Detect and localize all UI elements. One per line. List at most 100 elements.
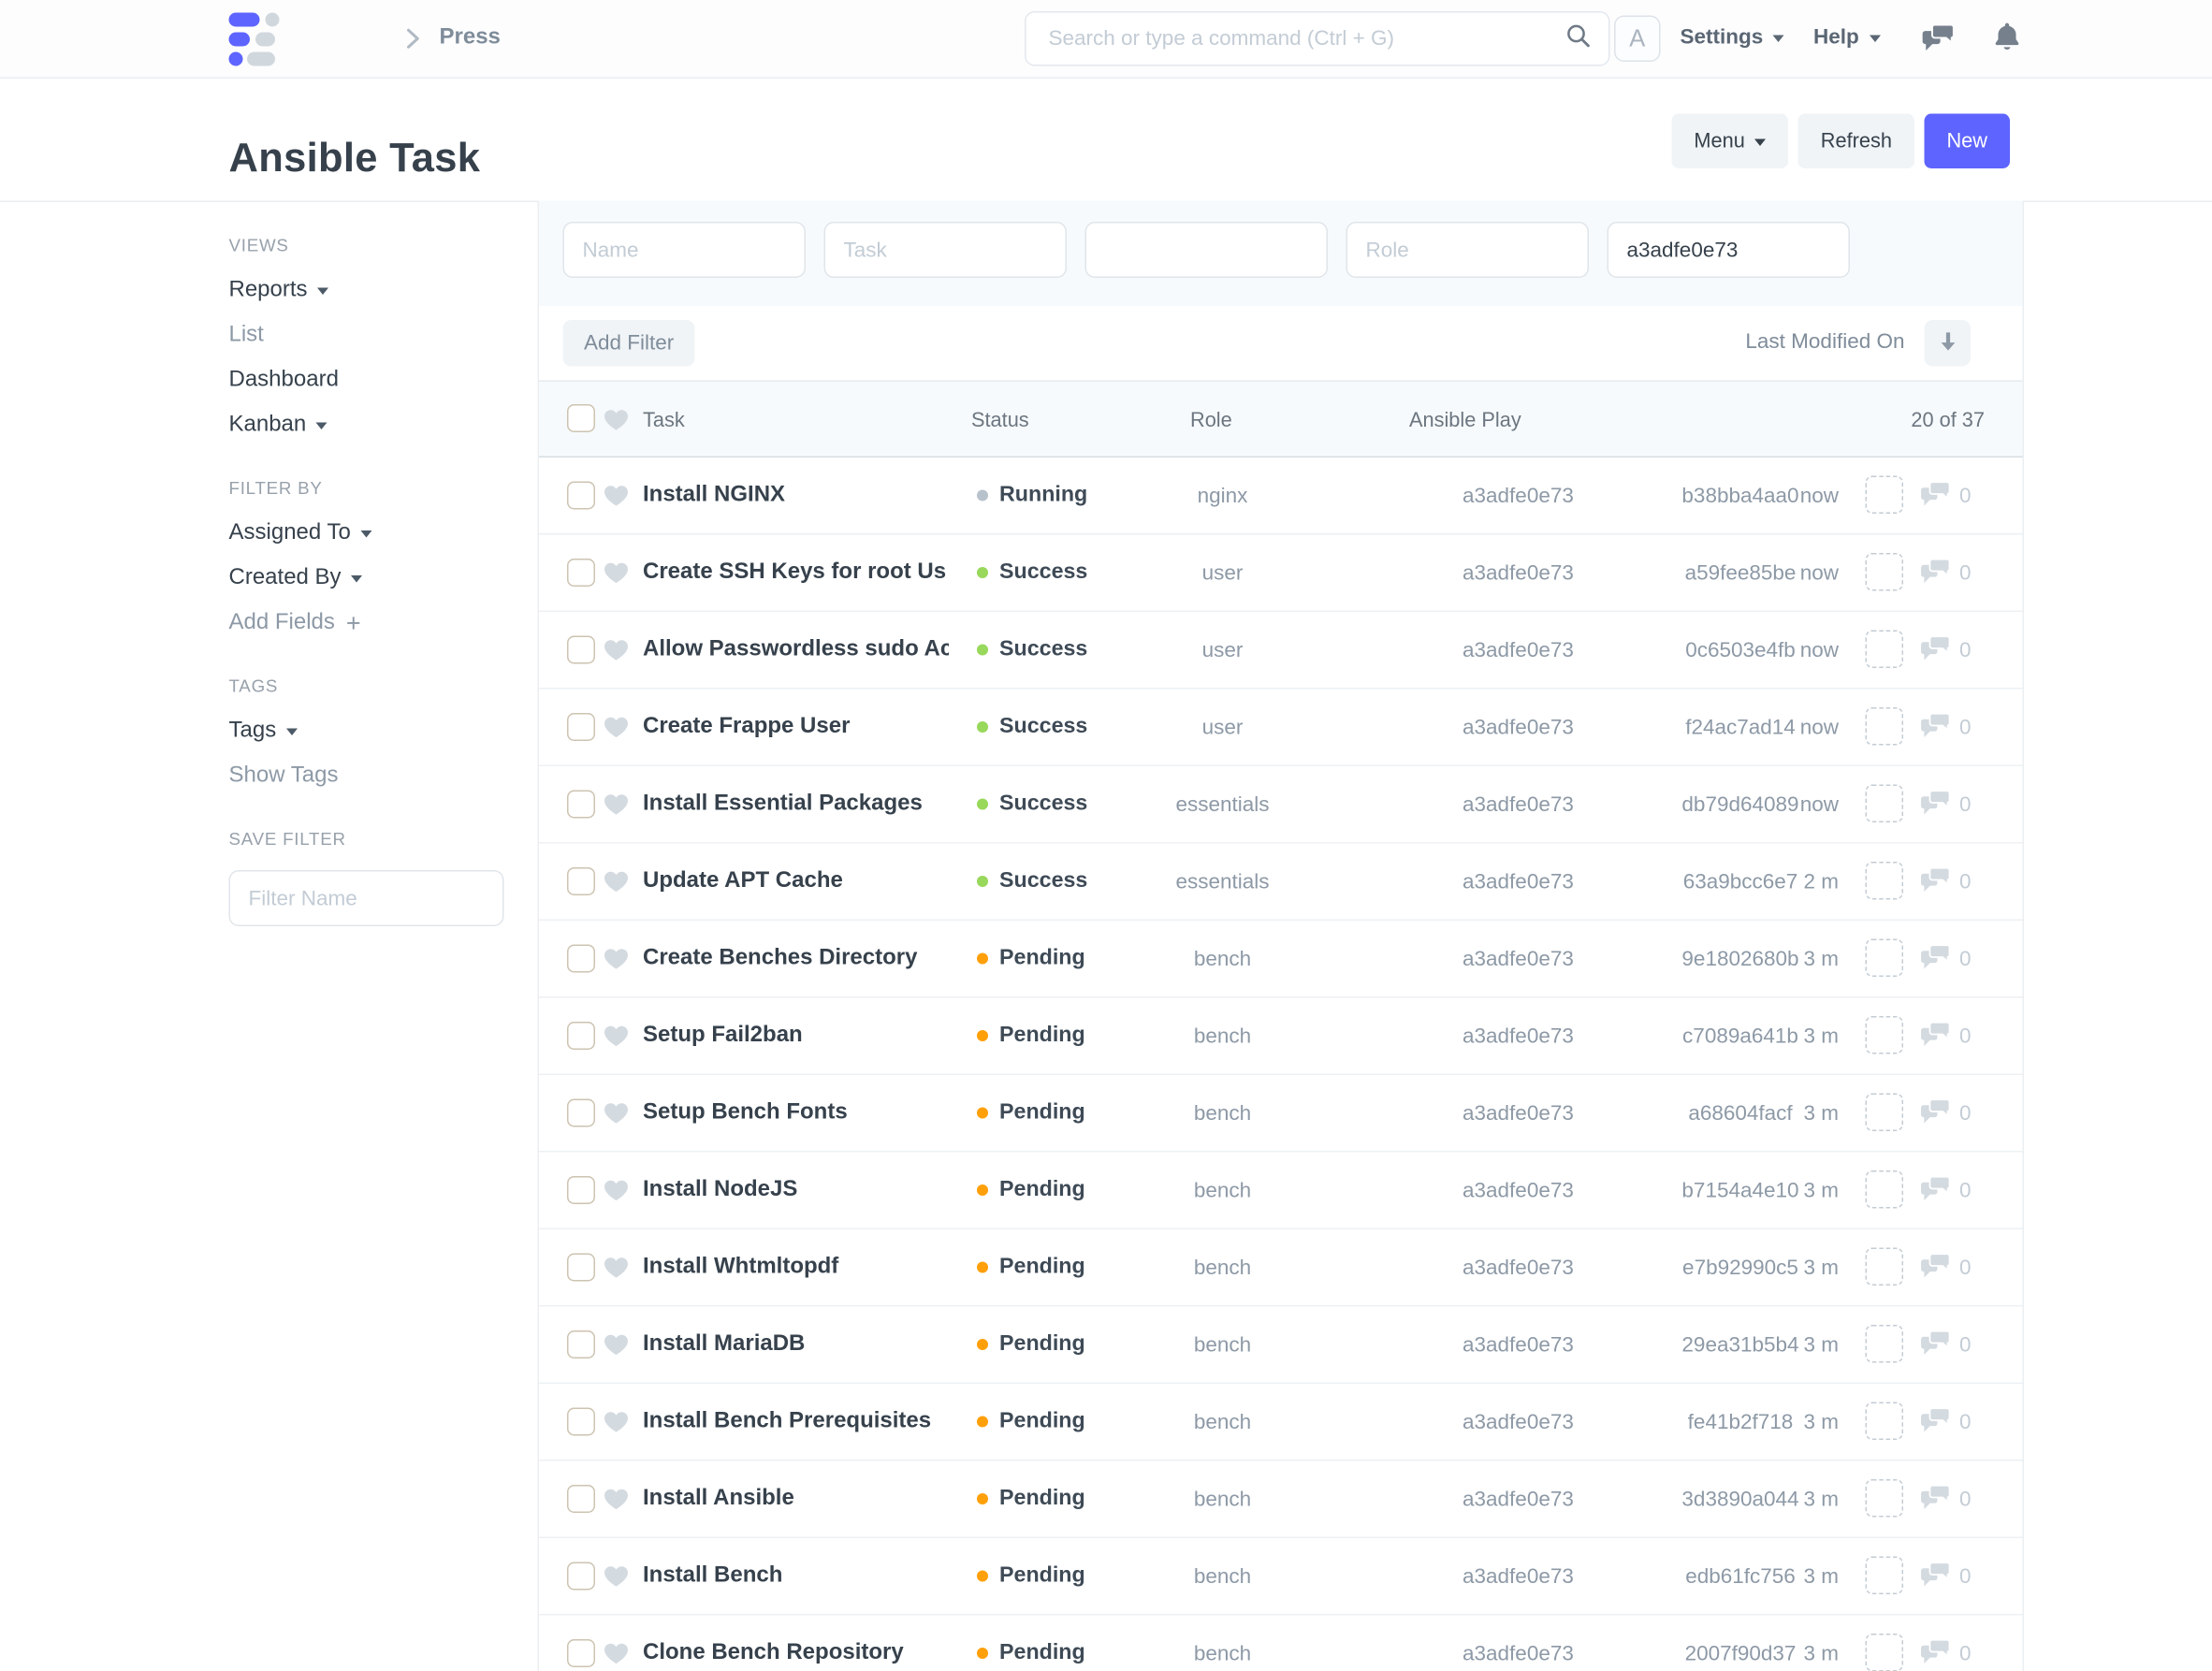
task-name[interactable]: Update APT Cache [643, 867, 843, 895]
table-row[interactable]: Install Ansible Pending bench a3adfe0e73… [539, 1461, 2023, 1539]
task-name[interactable]: Install Ansible [643, 1485, 794, 1513]
task-name[interactable]: Install NodeJS [643, 1176, 797, 1204]
assign-placeholder[interactable] [1866, 1094, 1904, 1132]
row-checkbox[interactable] [567, 1330, 595, 1359]
assign-placeholder[interactable] [1866, 1325, 1904, 1363]
heart-icon[interactable] [604, 409, 629, 437]
table-row[interactable]: Install Bench Prerequisites Pending benc… [539, 1384, 2023, 1461]
table-row[interactable]: Clone Bench Repository Pending bench a3a… [539, 1616, 2023, 1671]
sidebar-item-reports[interactable]: Reports + [229, 277, 510, 304]
sidebar-item-assigned-to[interactable]: Assigned To + [229, 519, 510, 546]
sidebar-item-dashboard[interactable]: Dashboard + [229, 367, 510, 394]
row-checkbox[interactable] [567, 945, 595, 973]
table-row[interactable]: Install NGINX Running nginx a3adfe0e73 b… [539, 458, 2023, 535]
assign-placeholder[interactable] [1866, 1634, 1904, 1671]
task-name[interactable]: Create Frappe User [643, 713, 850, 741]
task-name[interactable]: Allow Passwordless sudo Ac [643, 636, 949, 664]
list-filter-input-5[interactable] [1608, 222, 1851, 278]
table-row[interactable]: Install Whtmltopdf Pending bench a3adfe0… [539, 1229, 2023, 1307]
menu-button[interactable]: Menu [1671, 114, 1788, 169]
heart-icon[interactable] [604, 1257, 629, 1286]
app-logo-icon[interactable] [229, 13, 285, 74]
row-checkbox[interactable] [567, 1254, 595, 1282]
table-row[interactable]: Create Benches Directory Pending bench a… [539, 921, 2023, 998]
heart-icon[interactable] [604, 1411, 629, 1441]
table-row[interactable]: Create Frappe User Success user a3adfe0e… [539, 690, 2023, 767]
user-avatar[interactable]: A [1614, 16, 1661, 63]
filter-name-input[interactable] [229, 870, 504, 926]
heart-icon[interactable] [604, 1179, 629, 1209]
assign-placeholder[interactable] [1866, 785, 1904, 823]
table-row[interactable]: Install MariaDB Pending bench a3adfe0e73… [539, 1307, 2023, 1385]
sidebar-item-kanban[interactable]: Kanban + [229, 412, 510, 439]
task-name[interactable]: Install Essential Packages [643, 791, 923, 819]
sort-by-label[interactable]: Last Modified On [1745, 330, 1904, 355]
task-name[interactable]: Create SSH Keys for root Us [643, 559, 946, 587]
sort-direction-button[interactable] [1925, 320, 1972, 367]
heart-icon[interactable] [604, 716, 629, 746]
help-menu[interactable]: Help [1813, 25, 1880, 50]
assign-placeholder[interactable] [1866, 1170, 1904, 1209]
breadcrumb[interactable]: Press [440, 25, 501, 51]
sidebar-item-created-by[interactable]: Created By + [229, 564, 510, 591]
row-checkbox[interactable] [567, 1562, 595, 1591]
row-checkbox[interactable] [567, 559, 595, 587]
column-header-ansible-play[interactable]: Ansible Play [1409, 407, 1521, 435]
assign-placeholder[interactable] [1866, 939, 1904, 978]
task-name[interactable]: Install Whtmltopdf [643, 1254, 838, 1282]
add-filter-button[interactable]: Add Filter [563, 320, 695, 367]
assign-placeholder[interactable] [1866, 862, 1904, 900]
table-row[interactable]: Install NodeJS Pending bench a3adfe0e73 … [539, 1153, 2023, 1230]
task-name[interactable]: Install Bench Prerequisites [643, 1408, 931, 1436]
assign-placeholder[interactable] [1866, 1557, 1904, 1595]
task-name[interactable]: Create Benches Directory [643, 945, 917, 973]
table-row[interactable]: Install Bench Pending bench a3adfe0e73 e… [539, 1538, 2023, 1616]
assign-placeholder[interactable] [1866, 631, 1904, 669]
assign-placeholder[interactable] [1866, 553, 1904, 591]
assign-placeholder[interactable] [1866, 1248, 1904, 1286]
assign-placeholder[interactable] [1866, 476, 1904, 515]
refresh-button[interactable]: Refresh [1798, 114, 1914, 169]
row-checkbox[interactable] [567, 1022, 595, 1050]
list-filter-input-4[interactable] [1346, 222, 1590, 278]
row-checkbox[interactable] [567, 1408, 595, 1436]
row-checkbox[interactable] [567, 482, 595, 510]
task-name[interactable]: Install MariaDB [643, 1330, 805, 1359]
list-filter-input-2[interactable] [824, 222, 1068, 278]
assign-placeholder[interactable] [1866, 1402, 1904, 1441]
table-row[interactable]: Setup Fail2ban Pending bench a3adfe0e73 … [539, 998, 2023, 1076]
search-input[interactable] [1046, 25, 1565, 52]
heart-icon[interactable] [604, 1565, 629, 1595]
assign-placeholder[interactable] [1866, 1479, 1904, 1518]
list-filter-input-1[interactable] [563, 222, 807, 278]
heart-icon[interactable] [604, 1333, 629, 1363]
table-row[interactable]: Setup Bench Fonts Pending bench a3adfe0e… [539, 1075, 2023, 1153]
row-checkbox[interactable] [567, 1485, 595, 1513]
task-name[interactable]: Clone Bench Repository [643, 1639, 904, 1667]
settings-menu[interactable]: Settings [1681, 25, 1784, 50]
sidebar-item-show-tags[interactable]: Show Tags + [229, 763, 510, 790]
table-row[interactable]: Allow Passwordless sudo Ac Success user … [539, 612, 2023, 690]
select-all-checkbox[interactable] [567, 404, 595, 432]
row-checkbox[interactable] [567, 1176, 595, 1204]
row-checkbox[interactable] [567, 1099, 595, 1127]
table-row[interactable]: Install Essential Packages Success essen… [539, 766, 2023, 844]
heart-icon[interactable] [604, 561, 629, 591]
column-header-role[interactable]: Role [1190, 407, 1232, 435]
assign-placeholder[interactable] [1866, 707, 1904, 746]
sidebar-item-tags[interactable]: Tags + [229, 718, 510, 745]
row-checkbox[interactable] [567, 1639, 595, 1667]
new-button[interactable]: New [1924, 114, 2010, 169]
sidebar-item-add-fields[interactable]: Add Fields + [229, 609, 510, 636]
row-checkbox[interactable] [567, 713, 595, 741]
heart-icon[interactable] [604, 485, 629, 515]
task-name[interactable]: Install NGINX [643, 482, 785, 510]
assign-placeholder[interactable] [1866, 1016, 1904, 1054]
task-name[interactable]: Setup Fail2ban [643, 1022, 803, 1050]
chat-icon[interactable] [1922, 24, 1956, 61]
row-checkbox[interactable] [567, 636, 595, 664]
column-header-task[interactable]: Task [643, 407, 685, 435]
heart-icon[interactable] [604, 793, 629, 823]
heart-icon[interactable] [604, 1642, 629, 1671]
column-header-status[interactable]: Status [971, 407, 1029, 435]
